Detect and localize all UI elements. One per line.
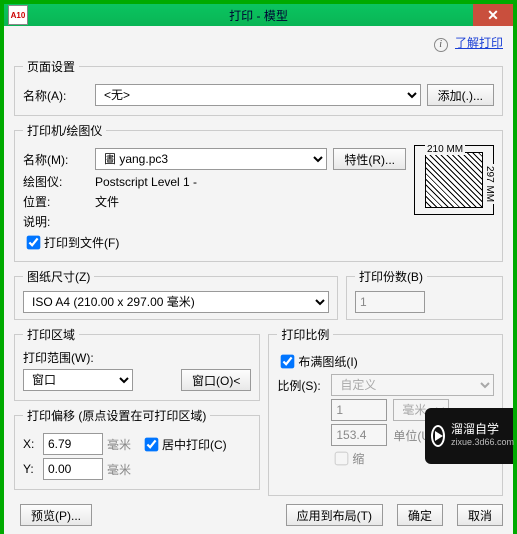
plotarea-group: 打印区域 打印范围(W): 窗口 窗口(O)< [14, 326, 260, 401]
papersize-group: 图纸尺寸(Z) ISO A4 (210.00 x 297.00 毫米) [14, 268, 338, 320]
offset-y-unit: 毫米 [107, 461, 141, 478]
printer-group: 打印机/绘图仪 名称(M): 圕 yang.pc3 特性(R)... 绘图仪: … [14, 122, 503, 262]
scale-denom-input[interactable] [331, 424, 387, 446]
app-icon: A10 [8, 5, 28, 25]
scale-legend: 打印比例 [277, 326, 333, 343]
print-to-file-label: 打印到文件(F) [44, 234, 119, 251]
info-icon: i [434, 38, 448, 52]
play-icon [431, 425, 445, 447]
plotarea-legend: 打印区域 [23, 326, 79, 343]
offset-y-label: Y: [23, 462, 43, 476]
center-plot-checkbox[interactable] [145, 437, 159, 451]
page-setup-group: 页面设置 名称(A): <无> 添加(.)... [14, 58, 503, 116]
plotter-label: 绘图仪: [23, 173, 95, 190]
copies-input[interactable] [355, 291, 425, 313]
location-value: 文件 [95, 193, 119, 210]
titlebar: A10 打印 - 模型 ✕ [4, 4, 513, 26]
offset-group: 打印偏移 (原点设置在可打印区域) X: 毫米 居中打印(C) Y: 毫米 [14, 407, 260, 490]
plot-range-label: 打印范围(W): [23, 349, 251, 366]
offset-x-label: X: [23, 437, 43, 451]
plot-window-button[interactable]: 窗口(O)< [181, 369, 251, 391]
printer-properties-button[interactable]: 特性(R)... [333, 148, 406, 170]
location-label: 位置: [23, 193, 95, 210]
fit-to-paper-label: 布满图纸(I) [298, 353, 357, 370]
offset-legend: 打印偏移 (原点设置在可打印区域) [23, 407, 210, 424]
scale-lineweights-checkbox[interactable] [335, 452, 349, 466]
dialog-footer: 预览(P)... 应用到布局(T) 确定 取消 [4, 500, 513, 534]
paper-height-label: 297 MM [484, 164, 495, 204]
scale-ratio-label: 比例(S): [277, 377, 331, 394]
papersize-select[interactable]: ISO A4 (210.00 x 297.00 毫米) [23, 291, 329, 313]
pagesetup-name-label: 名称(A): [23, 87, 95, 104]
pagesetup-name-select[interactable]: <无> [95, 84, 421, 106]
paper-width-label: 210 MM [425, 144, 465, 155]
paper-preview: 210 MM 297 MM [414, 145, 494, 215]
scale-ratio-select[interactable]: 自定义 [331, 374, 494, 396]
plotter-value: Postscript Level 1 - [95, 175, 197, 189]
print-to-file-checkbox[interactable] [27, 236, 41, 250]
close-button[interactable]: ✕ [473, 4, 513, 26]
offset-y-input[interactable] [43, 458, 103, 480]
page-setup-legend: 页面设置 [23, 58, 79, 75]
paper-hatch-icon [425, 152, 483, 208]
learn-print-link[interactable]: 了解打印 [455, 36, 503, 50]
window-title: 打印 - 模型 [229, 7, 288, 24]
copies-group: 打印份数(B) [346, 268, 503, 320]
offset-x-unit: 毫米 [107, 436, 141, 453]
print-dialog: A10 打印 - 模型 ✕ i 了解打印 页面设置 名称(A): <无> 添加(… [4, 4, 513, 519]
help-link-row: i 了解打印 [14, 32, 503, 58]
scale-num-input[interactable] [331, 399, 387, 421]
watermark-overlay: 溜溜自学 zixue.3d66.com [425, 408, 513, 464]
center-plot-label: 居中打印(C) [162, 436, 227, 453]
scale-lineweights-label: 缩 [352, 450, 364, 467]
plot-range-select[interactable]: 窗口 [23, 369, 133, 391]
printer-legend: 打印机/绘图仪 [23, 122, 106, 139]
copies-legend: 打印份数(B) [355, 268, 427, 285]
printer-name-select[interactable]: 圕 yang.pc3 [95, 148, 327, 170]
watermark-text: 溜溜自学 zixue.3d66.com [451, 423, 514, 449]
dialog-body: i 了解打印 页面设置 名称(A): <无> 添加(.)... 打印机/绘图仪 … [4, 26, 513, 500]
pagesetup-add-button[interactable]: 添加(.)... [427, 84, 494, 106]
description-label: 说明: [23, 213, 95, 230]
fit-to-paper-checkbox[interactable] [281, 355, 295, 369]
printer-name-label: 名称(M): [23, 151, 95, 168]
offset-x-input[interactable] [43, 433, 103, 455]
papersize-legend: 图纸尺寸(Z) [23, 268, 94, 285]
